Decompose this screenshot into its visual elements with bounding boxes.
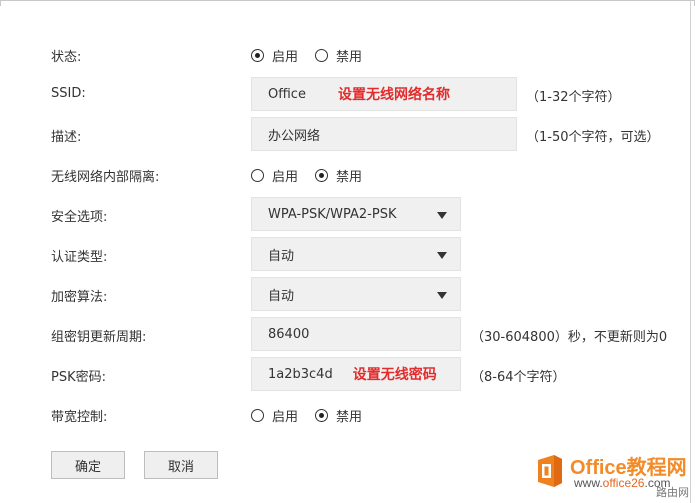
group-key-period-hint: （30-604800）秒，不更新则为0 [471,330,668,345]
bandwidth-disable-radio[interactable]: 禁用 [315,406,362,425]
bandwidth-label: 带宽控制: [51,410,108,425]
description-value: 办公网络 [268,128,321,144]
bandwidth-enable-radio[interactable]: 启用 [251,406,298,425]
status-label: 状态: [51,50,82,65]
ssid-input[interactable]: Office 设置无线网络名称 [251,77,517,111]
dropdown-arrow-icon [437,212,447,219]
confirm-button[interactable]: 确定 [51,451,125,479]
radio-checked-icon [315,169,329,182]
group-key-period-input[interactable]: 86400 [251,317,461,351]
psk-label: PSK密码: [51,370,106,385]
encryption-select[interactable]: 自动 [251,277,461,311]
security-value: WPA-PSK/WPA2-PSK [268,206,397,222]
radio-unchecked-icon [251,409,264,422]
psk-hint: （8-64个字符） [471,370,566,385]
ssid-annotation: 设置无线网络名称 [337,87,450,103]
group-key-period-value: 86400 [268,326,310,342]
radio-label: 禁用 [336,170,363,185]
group-key-period-label: 组密钥更新周期: [51,330,147,345]
status-disable-radio[interactable]: 禁用 [315,46,362,65]
security-select[interactable]: WPA-PSK/WPA2-PSK [251,197,461,231]
ssid-hint: （1-32个字符） [526,90,621,105]
cancel-button[interactable]: 取消 [144,451,218,479]
description-label: 描述: [51,130,82,145]
security-label: 安全选项: [51,210,108,225]
radio-unchecked-icon [315,49,329,62]
auth-type-select[interactable]: 自动 [251,237,461,271]
top-frame-border [0,0,695,6]
auth-type-label: 认证类型: [51,250,108,265]
description-hint: （1-50个字符，可选） [526,130,660,145]
ssid-value: Office [268,86,306,102]
isolation-enable-radio[interactable]: 启用 [251,166,298,185]
office-logo-icon [538,455,562,487]
dropdown-arrow-icon [437,252,447,259]
description-input[interactable]: 办公网络 [251,117,517,151]
radio-label: 启用 [272,50,299,65]
dropdown-arrow-icon [437,292,447,299]
auth-type-value: 自动 [268,248,295,264]
watermark-corner-text: 路由网 [656,487,689,499]
psk-annotation: 设置无线密码 [352,367,437,383]
ssid-label: SSID: [51,86,86,101]
radio-checked-icon [315,409,329,422]
radio-checked-icon [251,49,264,62]
status-enable-radio[interactable]: 启用 [251,46,298,65]
bandwidth-radio-group: 启用 禁用 [251,406,379,425]
isolation-radio-group: 启用 禁用 [251,166,379,185]
encryption-value: 自动 [268,288,295,304]
radio-label: 禁用 [336,50,363,65]
psk-input[interactable]: 1a2b3c4d 设置无线密码 [251,357,461,391]
watermark: Office教程网 www.office26.com 路由网 [529,449,695,503]
encryption-label: 加密算法: [51,290,108,305]
radio-unchecked-icon [251,169,264,182]
isolation-label: 无线网络内部隔离: [51,170,160,185]
radio-label: 启用 [272,410,299,425]
right-frame-border [690,0,691,503]
status-radio-group: 启用 禁用 [251,46,379,65]
isolation-disable-radio[interactable]: 禁用 [315,166,362,185]
radio-label: 禁用 [336,410,363,425]
radio-label: 启用 [272,170,299,185]
psk-value: 1a2b3c4d [268,366,333,382]
